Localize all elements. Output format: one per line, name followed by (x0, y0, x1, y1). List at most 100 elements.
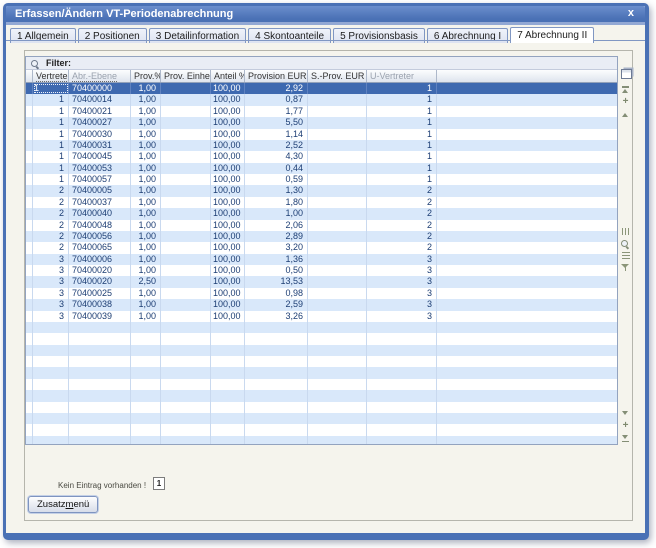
cell-u-vertreter: 2 (367, 220, 437, 231)
empty-row[interactable] (26, 402, 617, 413)
column-header-prov[interactable]: Prov.% (131, 70, 161, 82)
column-header-vertreter-nr[interactable]: Vertreter-Nr. (33, 70, 69, 82)
cell-vertreter-nr: 3 (33, 311, 69, 322)
empty-row[interactable] (26, 356, 617, 367)
cell-provision-eur: 3,26 (245, 311, 308, 322)
cell-s-prov-eur (308, 436, 367, 445)
cell-provision-eur (245, 424, 308, 435)
cell-abr-ebene (69, 356, 131, 367)
row-selector (26, 413, 33, 424)
scroll-to-bottom-icon[interactable] (621, 434, 630, 442)
cell-filler (437, 83, 617, 94)
cell-u-vertreter (367, 322, 437, 333)
column-header-prov-einheiten[interactable]: Prov. Einheiten (161, 70, 211, 82)
window-title: Erfassen/Ändern VT-Periodenabrechnung (15, 8, 233, 20)
table-row[interactable]: 1704000451,00100,004,301 (26, 151, 617, 162)
cell-filler (437, 288, 617, 299)
table-row[interactable]: 2704000481,00100,002,062 (26, 220, 617, 231)
table-row[interactable]: 1704000571,00100,000,591 (26, 174, 617, 185)
cell-anteil: 100,00 (211, 231, 245, 242)
empty-row[interactable] (26, 367, 617, 378)
cell-anteil (211, 367, 245, 378)
table-row[interactable]: 2704000051,00100,001,302 (26, 185, 617, 196)
tab-7-abrechnung-ii[interactable]: 7 Abrechnung II (510, 27, 594, 43)
filter-bar: Filter: (26, 57, 617, 70)
cell-s-prov-eur (308, 140, 367, 151)
cell-u-vertreter: 1 (367, 129, 437, 140)
table-row[interactable]: 2704000651,00100,003,202 (26, 242, 617, 253)
table-row[interactable]: 1704000311,00100,002,521 (26, 140, 617, 151)
empty-row[interactable] (26, 379, 617, 390)
cell-filler (437, 356, 617, 367)
cell-provision-eur: 4,30 (245, 151, 308, 162)
table-row[interactable]: 1704000531,00100,000,441 (26, 163, 617, 174)
empty-row[interactable] (26, 322, 617, 333)
insert-icon[interactable] (621, 422, 630, 430)
empty-row[interactable] (26, 345, 617, 356)
cell-prov-einheiten (161, 163, 211, 174)
cell-abr-ebene: 70400020 (69, 265, 131, 276)
cell-u-vertreter: 3 (367, 276, 437, 287)
cell-prov (131, 356, 161, 367)
filter-funnel-icon[interactable] (621, 263, 630, 271)
column-header-anteil[interactable]: Anteil % (211, 70, 245, 82)
zusatzmenu-button[interactable]: Zusatzmenü (28, 496, 98, 513)
table-row[interactable]: 1704000271,00100,005,501 (26, 117, 617, 128)
cell-anteil (211, 390, 245, 401)
cell-u-vertreter: 3 (367, 299, 437, 310)
tab-bar: 1 Allgemein2 Positionen3 Detailinformati… (10, 25, 643, 41)
table-row[interactable]: 1704000001,00100,002,921 (26, 83, 617, 94)
table-row[interactable]: 3704000251,00100,000,983 (26, 288, 617, 299)
table-row[interactable]: 3704000381,00100,002,593 (26, 299, 617, 310)
column-chooser-icon[interactable] (621, 69, 632, 79)
scroll-up-icon[interactable] (621, 110, 630, 118)
cell-anteil (211, 379, 245, 390)
table-row[interactable]: 2704000371,00100,001,802 (26, 197, 617, 208)
row-selector (26, 402, 33, 413)
cell-provision-eur: 0,59 (245, 174, 308, 185)
cell-u-vertreter: 1 (367, 151, 437, 162)
column-header-u-vertreter[interactable]: U-Vertreter (367, 70, 437, 82)
table-row[interactable]: 3704000202,50100,0013,533 (26, 276, 617, 287)
table-row[interactable]: 2704000561,00100,002,892 (26, 231, 617, 242)
insert-row-icon[interactable] (621, 98, 630, 106)
cell-u-vertreter: 2 (367, 242, 437, 253)
row-selector (26, 197, 33, 208)
close-icon[interactable]: x (626, 6, 636, 22)
column-header-s-prov-eur[interactable]: S.-Prov. EUR (308, 70, 367, 82)
scroll-down-icon[interactable] (621, 410, 630, 418)
table-row[interactable]: 3704000201,00100,000,503 (26, 265, 617, 276)
table-row[interactable]: 3704000391,00100,003,263 (26, 311, 617, 322)
empty-row[interactable] (26, 413, 617, 424)
cell-filler (437, 379, 617, 390)
cell-anteil: 100,00 (211, 299, 245, 310)
columns-icon[interactable] (622, 228, 630, 235)
cell-u-vertreter: 2 (367, 231, 437, 242)
cell-s-prov-eur (308, 299, 367, 310)
row-selector (26, 333, 33, 344)
cell-vertreter-nr (33, 367, 69, 378)
menu-icon[interactable] (622, 252, 630, 259)
cell-u-vertreter (367, 402, 437, 413)
table-row[interactable]: 1704000211,00100,001,771 (26, 106, 617, 117)
empty-row[interactable] (26, 436, 617, 445)
cell-provision-eur: 2,89 (245, 231, 308, 242)
cell-abr-ebene (69, 402, 131, 413)
empty-row[interactable] (26, 424, 617, 435)
scroll-to-top-icon[interactable] (621, 86, 630, 94)
row-selector (26, 345, 33, 356)
search-icon[interactable] (621, 239, 630, 248)
table-row[interactable]: 2704000401,00100,001,002 (26, 208, 617, 219)
empty-row[interactable] (26, 333, 617, 344)
table-row[interactable]: 1704000301,00100,001,141 (26, 129, 617, 140)
table-row[interactable]: 3704000061,00100,001,363 (26, 254, 617, 265)
table-row[interactable]: 1704000141,00100,000,871 (26, 94, 617, 105)
cell-prov (131, 413, 161, 424)
filter-input[interactable] (77, 58, 617, 68)
cell-filler (437, 265, 617, 276)
cell-s-prov-eur (308, 367, 367, 378)
column-header-abr-ebene[interactable]: Abr.-Ebene (69, 70, 131, 82)
empty-row[interactable] (26, 390, 617, 401)
column-header-provision-eur[interactable]: Provision EUR (245, 70, 308, 82)
cell-provision-eur (245, 379, 308, 390)
